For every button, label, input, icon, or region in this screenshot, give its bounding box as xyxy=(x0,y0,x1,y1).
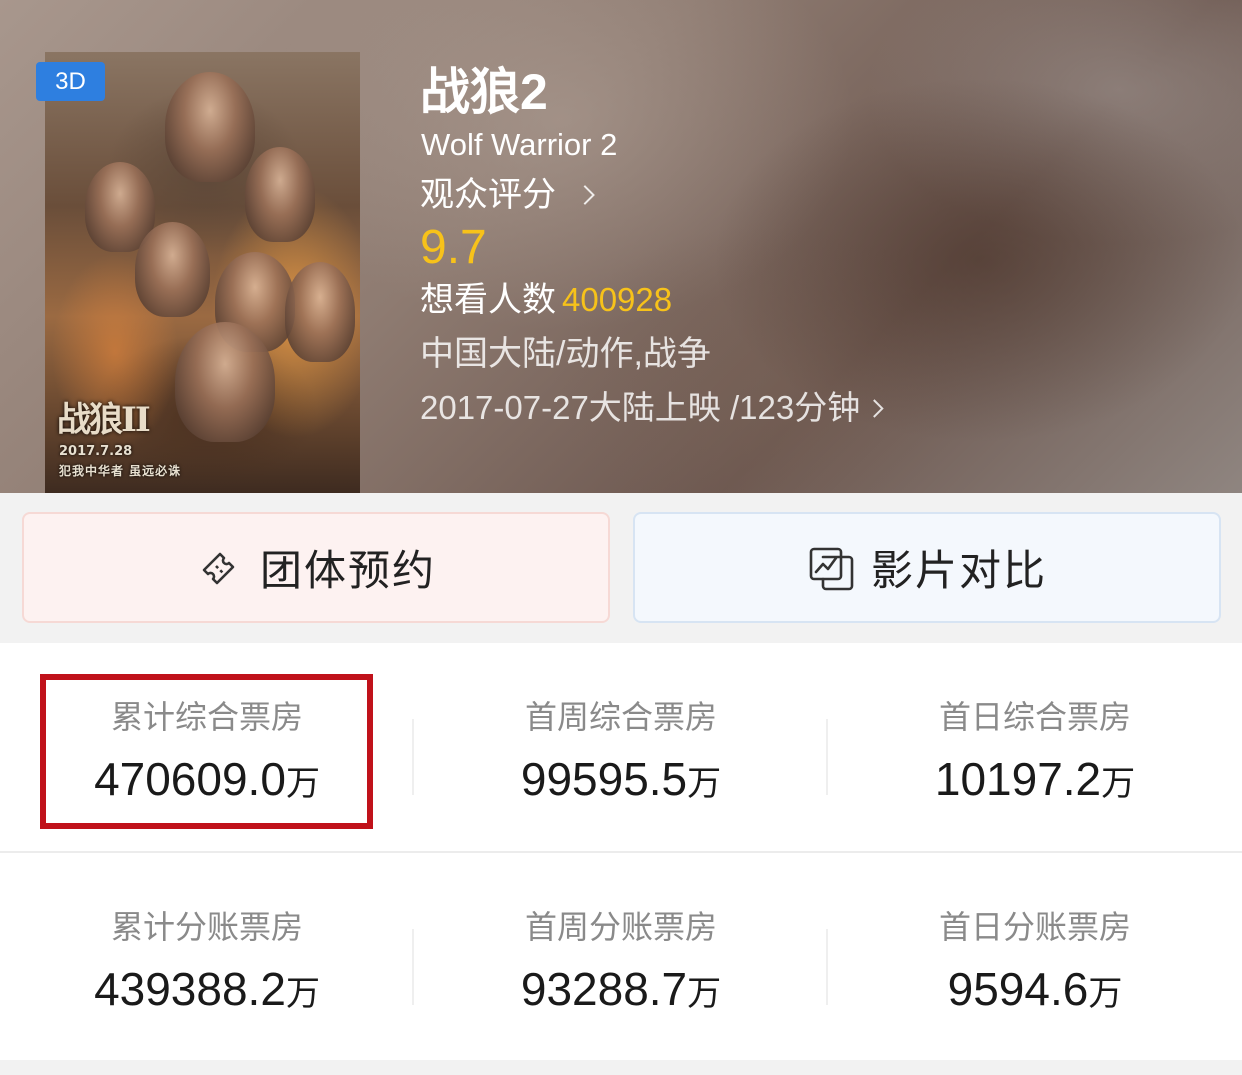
audience-rating-label: 观众评分 xyxy=(420,176,556,214)
stat-label: 首日分账票房 xyxy=(938,909,1131,945)
ticket-icon xyxy=(202,552,235,584)
movie-poster[interactable]: 战狼II 2017.7.28 犯我中华者 虽远必诛 xyxy=(45,52,360,493)
movie-compare-label: 影片对比 xyxy=(870,547,1047,594)
3d-badge: 3D xyxy=(36,62,105,101)
poster-title-art: 战狼II xyxy=(57,400,151,440)
release-info: 2017-07-27大陆上映 /123分钟 xyxy=(420,389,861,426)
stat-cumulative-gross[interactable]: 累计综合票房 470609.0万 xyxy=(0,643,414,851)
poster-date-art: 2017.7.28 xyxy=(59,444,133,459)
want-to-see-count: 400928 xyxy=(562,281,673,318)
stat-value: 470609.0万 xyxy=(94,753,320,805)
poster-tagline-art: 犯我中华者 虽远必诛 xyxy=(59,464,182,478)
movie-genre: 中国大陆/动作,战争 xyxy=(420,335,711,373)
stat-first-day-split[interactable]: 首日分账票房 9594.6万 xyxy=(828,853,1242,1061)
poster-figure xyxy=(175,322,275,442)
movie-compare-button[interactable]: 影片对比 xyxy=(633,512,1221,623)
poster-figure xyxy=(285,262,355,362)
poster-figure xyxy=(135,222,210,317)
stat-first-week-gross[interactable]: 首周综合票房 99595.5万 xyxy=(414,643,828,851)
stat-value: 9594.6万 xyxy=(947,963,1123,1015)
release-info-link[interactable]: 2017-07-27大陆上映 /123分钟 xyxy=(420,388,884,428)
stat-label: 首周分账票房 xyxy=(524,909,717,945)
group-booking-button[interactable]: 团体预约 xyxy=(22,512,610,623)
stat-first-week-split[interactable]: 首周分账票房 93288.7万 xyxy=(414,853,828,1061)
audience-rating-link[interactable]: 观众评分 xyxy=(420,175,595,215)
stat-label: 首日综合票房 xyxy=(938,699,1131,735)
want-to-see-label: 想看人数 xyxy=(420,281,556,319)
stats-row-gross: 累计综合票房 470609.0万 首周综合票房 99595.5万 首日综合票房 … xyxy=(0,643,1242,851)
stats-row-split: 累计分账票房 439388.2万 首周分账票房 93288.7万 首日分账票房 … xyxy=(0,853,1242,1061)
stat-value: 10197.2万 xyxy=(934,753,1136,805)
stat-first-day-gross[interactable]: 首日综合票房 10197.2万 xyxy=(828,643,1242,851)
stat-value: 439388.2万 xyxy=(94,963,320,1015)
movie-english-title: Wolf Warrior 2 xyxy=(421,127,618,162)
stat-value: 93288.7万 xyxy=(520,963,722,1015)
stat-label: 累计综合票房 xyxy=(110,699,303,735)
box-office-stats: 累计综合票房 470609.0万 首周综合票房 99595.5万 首日综合票房 … xyxy=(0,643,1242,1060)
compare-chart-icon xyxy=(809,547,854,590)
poster-figure xyxy=(165,72,255,182)
chevron-right-icon xyxy=(865,398,884,418)
stat-value: 99595.5万 xyxy=(520,753,722,805)
rating-score: 9.7 xyxy=(420,221,487,274)
movie-title: 战狼2 xyxy=(420,64,548,120)
movie-header: 战狼II 2017.7.28 犯我中华者 虽远必诛 3D 战狼2 Wolf Wa… xyxy=(0,0,1242,493)
stat-cumulative-split[interactable]: 累计分账票房 439388.2万 xyxy=(0,853,414,1061)
want-to-see: 想看人数 400928 xyxy=(420,280,672,320)
chevron-right-icon xyxy=(575,185,595,205)
stat-label: 首周综合票房 xyxy=(524,699,717,735)
poster-figure xyxy=(245,147,315,242)
stat-label: 累计分账票房 xyxy=(110,909,303,945)
group-booking-label: 团体预约 xyxy=(259,547,436,594)
